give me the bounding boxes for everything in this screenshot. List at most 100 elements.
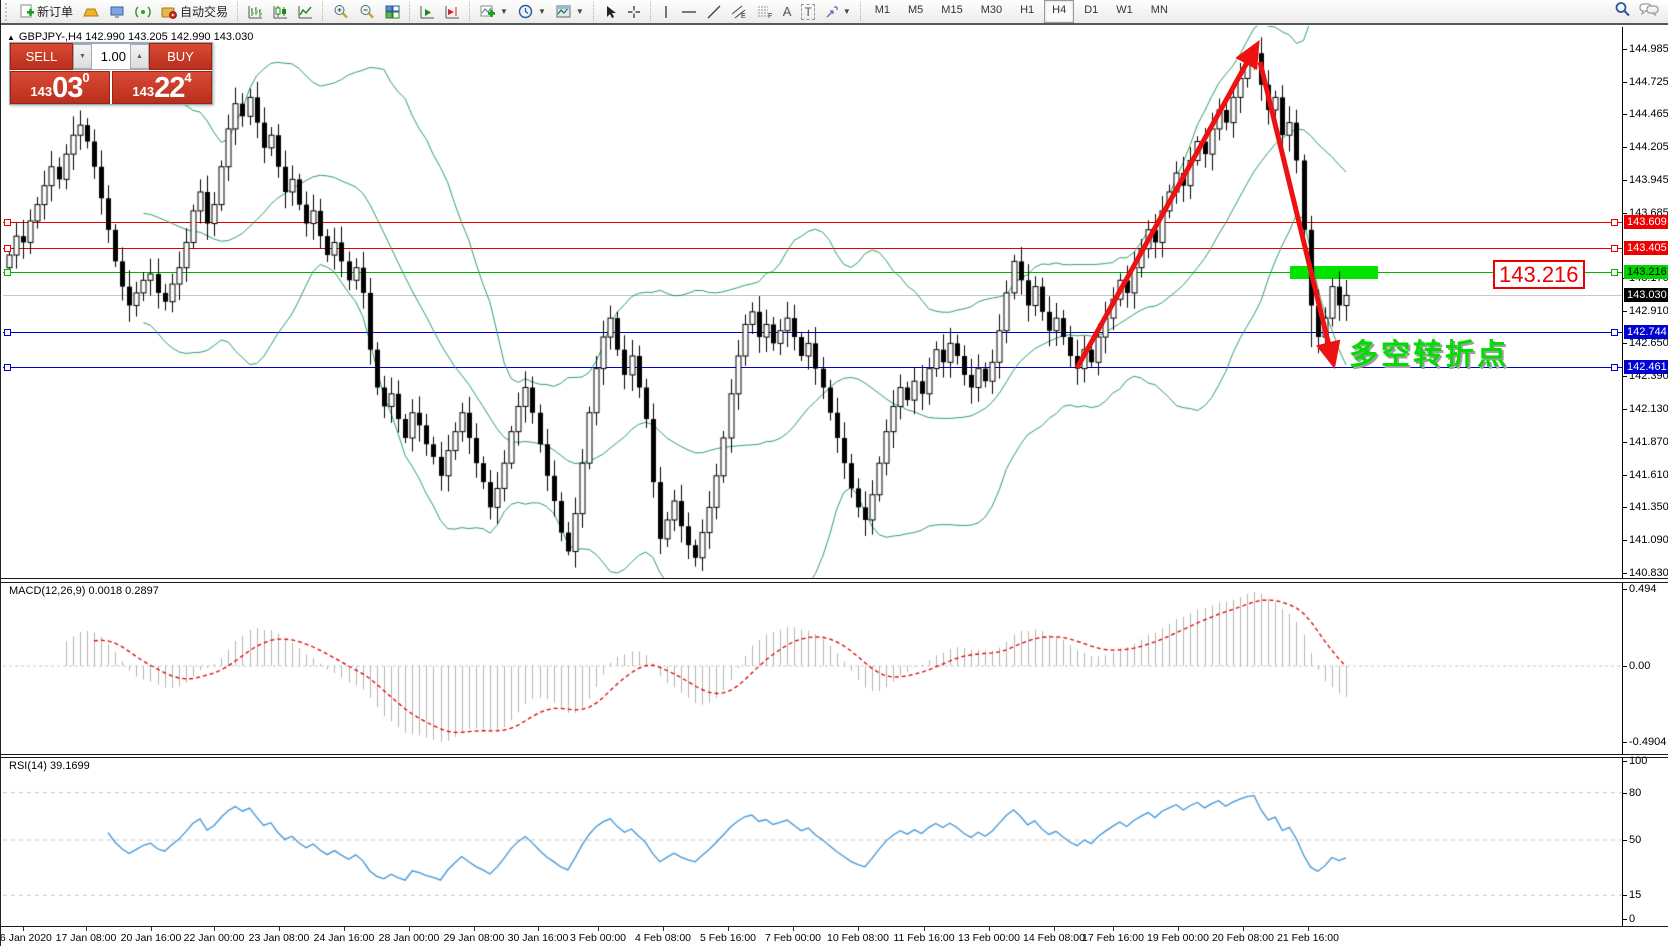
text-tool-button[interactable]: A: [779, 0, 796, 23]
line-handle[interactable]: [1611, 364, 1618, 371]
price-axis-tick: [1622, 343, 1627, 344]
autotrading-button[interactable]: 自动交易: [157, 0, 232, 23]
zoom-in-button[interactable]: [329, 0, 353, 23]
mt4-window: 新订单 自动交易 ▼ ▼ ▼ E F A T ▼: [0, 0, 1668, 946]
tab-timeframe-m15[interactable]: M15: [933, 0, 970, 23]
date-axis-tick: [1178, 927, 1179, 931]
chat-icon[interactable]: [1639, 2, 1659, 22]
date-axis-label: 10 Feb 08:00: [827, 932, 889, 944]
trendline-icon: [707, 5, 721, 19]
macd-axis-tick: [1622, 742, 1627, 743]
level-price-label: 142.461: [1624, 360, 1668, 374]
tab-timeframe-m5[interactable]: M5: [900, 0, 931, 23]
buy-button[interactable]: BUY: [149, 43, 212, 70]
rsi-axis-tick-label: 80: [1629, 787, 1641, 799]
toolbar-grip[interactable]: [5, 3, 11, 21]
signals-icon: [135, 5, 151, 19]
price-axis-tick-label: 142.650: [1629, 337, 1668, 349]
tab-timeframe-w1[interactable]: W1: [1108, 0, 1141, 23]
dropdown-caret-icon: ▼: [843, 7, 851, 16]
toolbar-separator: [322, 2, 324, 21]
chart-shift-button[interactable]: [441, 0, 464, 23]
arrows-tool-button[interactable]: ▼: [821, 0, 855, 23]
volume-increase-button[interactable]: ▲: [130, 44, 149, 69]
toolbar-separator: [593, 2, 595, 21]
price-axis-tick-label: 144.465: [1629, 108, 1668, 120]
channel-icon: E: [731, 4, 747, 19]
tile-windows-icon: [385, 5, 400, 19]
volume-decrease-button[interactable]: ▼: [73, 44, 92, 69]
date-axis-label: 22 Jan 00:00: [184, 932, 245, 944]
terminal-button[interactable]: [105, 0, 129, 23]
line-handle[interactable]: [1611, 219, 1618, 226]
search-icon[interactable]: [1614, 1, 1631, 22]
new-order-button[interactable]: 新订单: [15, 0, 77, 23]
templates-button[interactable]: ▼: [552, 0, 588, 23]
price-chart-canvas[interactable]: [1, 0, 1668, 946]
auto-scroll-button[interactable]: [416, 0, 439, 23]
tab-timeframe-m1[interactable]: M1: [867, 0, 898, 23]
line-handle[interactable]: [4, 329, 11, 336]
gold-button[interactable]: [79, 0, 103, 23]
fibonacci-icon: F: [757, 4, 773, 19]
date-axis-tick: [1054, 927, 1055, 931]
vertical-line-button[interactable]: [657, 0, 675, 23]
cursor-button[interactable]: [600, 0, 621, 23]
zoom-out-button[interactable]: [355, 0, 379, 23]
bar-chart-button[interactable]: [244, 0, 267, 23]
line-chart-button[interactable]: [294, 0, 317, 23]
price-axis-tick-label: 141.870: [1629, 436, 1668, 448]
channel-button[interactable]: E: [727, 0, 751, 23]
tile-windows-button[interactable]: [381, 0, 404, 23]
date-axis-tick: [474, 927, 475, 931]
tab-timeframe-h4[interactable]: H4: [1044, 0, 1074, 23]
sell-price-pips: 03: [52, 75, 82, 102]
new-order-label: 新订单: [37, 3, 73, 20]
autotrading-label: 自动交易: [180, 3, 228, 20]
label-tool-button[interactable]: T: [797, 0, 818, 23]
macd-indicator-label: MACD(12,26,9) 0.0018 0.2897: [9, 585, 159, 597]
chart-shift-icon: [445, 5, 460, 19]
line-handle[interactable]: [1611, 269, 1618, 276]
tab-timeframe-d1[interactable]: D1: [1076, 0, 1106, 23]
volume-input[interactable]: 1.00: [92, 44, 130, 69]
price-axis-tick-label: 144.205: [1629, 141, 1668, 153]
price-axis-tick: [1622, 147, 1627, 148]
line-handle[interactable]: [1611, 329, 1618, 336]
tab-timeframe-h1[interactable]: H1: [1012, 0, 1042, 23]
tab-timeframe-m30[interactable]: M30: [973, 0, 1010, 23]
line-chart-icon: [298, 5, 313, 19]
macd-axis-tick: [1622, 589, 1627, 590]
date-axis-label: 16 Jan 2020: [0, 932, 52, 944]
periods-button[interactable]: ▼: [514, 0, 550, 23]
candlestick-button[interactable]: [269, 0, 292, 23]
toolbar-separator: [650, 2, 652, 21]
horizontal-line-button[interactable]: [677, 0, 701, 23]
trendline-button[interactable]: [703, 0, 725, 23]
buy-price-display[interactable]: 143224: [112, 71, 212, 104]
tab-timeframe-mn[interactable]: MN: [1143, 0, 1176, 23]
date-axis-tick: [1243, 927, 1244, 931]
sell-button[interactable]: SELL: [10, 43, 73, 70]
collapse-panel-icon[interactable]: ▲: [7, 33, 15, 42]
line-handle[interactable]: [4, 219, 11, 226]
line-handle[interactable]: [1611, 245, 1618, 252]
signals-button[interactable]: [131, 0, 155, 23]
line-handle[interactable]: [4, 245, 11, 252]
dropdown-caret-icon: ▼: [576, 7, 584, 16]
rsi-panel-divider[interactable]: [1, 754, 1668, 758]
price-callout[interactable]: 143.216: [1493, 260, 1585, 289]
crosshair-button[interactable]: [623, 0, 645, 23]
fibonacci-button[interactable]: F: [753, 0, 777, 23]
line-handle[interactable]: [4, 269, 11, 276]
templates-icon: [556, 4, 572, 19]
indicators-button[interactable]: ▼: [476, 0, 512, 23]
line-handle[interactable]: [4, 364, 11, 371]
date-axis-label: 23 Jan 08:00: [249, 932, 310, 944]
date-axis-tick: [858, 927, 859, 931]
date-axis-label: 24 Jan 16:00: [314, 932, 375, 944]
macd-panel-divider[interactable]: [1, 578, 1668, 583]
crosshair-icon: [627, 5, 641, 19]
sell-price-display[interactable]: 143030: [10, 71, 110, 104]
sell-price-main: 143: [30, 82, 52, 102]
